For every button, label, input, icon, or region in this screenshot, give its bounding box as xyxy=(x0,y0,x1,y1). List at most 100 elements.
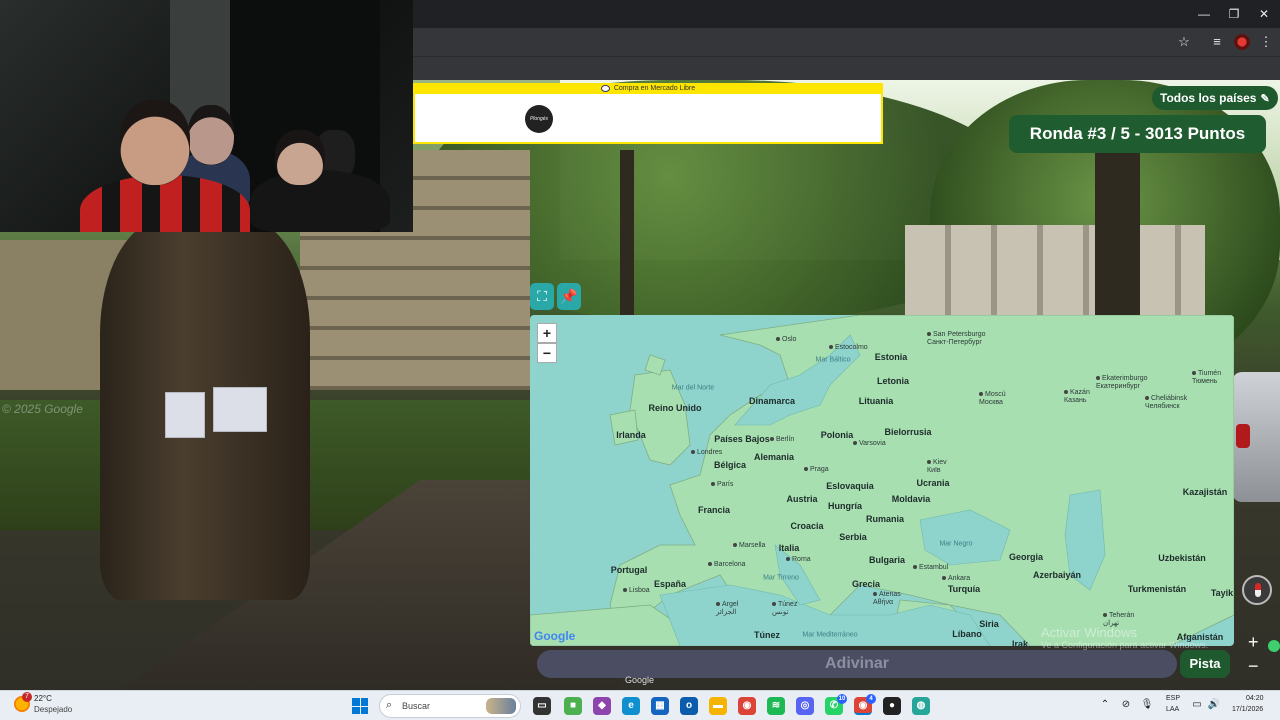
chrome-app-icon[interactable]: ◉ xyxy=(738,697,756,715)
city-label: Kazán Казань xyxy=(1064,389,1090,404)
country-label: Kazajistán xyxy=(1182,487,1228,497)
activate-windows-notice: Activar Windows Ve a Configuración para … xyxy=(1041,625,1208,650)
microphone-icon[interactable]: 🎙 xyxy=(1140,699,1154,710)
display-icon[interactable]: ▭ xyxy=(1190,699,1204,710)
country-label: Ucrania xyxy=(916,478,950,488)
city-label: Barcelona xyxy=(708,561,746,569)
task-view-glyph: ▭ xyxy=(537,700,547,711)
city-label: San Petersburgo Санкт-Петербург xyxy=(927,331,986,346)
map-zoom-in-button[interactable]: + xyxy=(537,323,557,343)
city-label: Praga xyxy=(804,466,829,474)
map-zoom-out-button[interactable]: − xyxy=(537,343,557,363)
country-label: Rumania xyxy=(865,514,905,524)
task-view-app-icon[interactable]: ▭ xyxy=(533,697,551,715)
streetview-watermark: © 2025 Google xyxy=(2,402,83,416)
city-label: Lisboa xyxy=(623,587,650,595)
country-label: Grecia xyxy=(851,579,881,589)
city-label: Varsovia xyxy=(853,440,886,448)
person-head xyxy=(188,105,234,165)
sea-label: Mar Mediterráneo xyxy=(802,631,858,639)
edge-app-icon[interactable]: e xyxy=(622,697,640,715)
start-button[interactable] xyxy=(352,698,368,714)
country-filter-button[interactable]: Todos los países ✎ xyxy=(1152,86,1278,110)
city-label: Cheliábinsk Челябинск xyxy=(1145,395,1188,410)
person-head xyxy=(275,130,325,185)
weather-badge: 7 xyxy=(22,692,32,702)
media-control-icon[interactable]: ≡ xyxy=(1209,34,1225,50)
country-label: Letonia xyxy=(876,376,910,386)
star-icon[interactable]: ☆ xyxy=(1176,34,1192,50)
country-label: Irak xyxy=(1011,639,1029,646)
tree-trunk xyxy=(100,220,310,600)
country-label: Tayik xyxy=(1210,588,1234,598)
country-label: Hungría xyxy=(827,501,863,511)
country-label: Austria xyxy=(786,494,818,504)
country-label: Irlanda xyxy=(616,430,646,440)
country-label: España xyxy=(653,579,687,589)
language-code[interactable]: ESP xyxy=(1166,695,1180,702)
person-head xyxy=(120,100,190,185)
pin-map-button[interactable]: 📌 xyxy=(557,283,581,310)
country-label: Serbia xyxy=(839,532,867,542)
streetview-zoom-out-button[interactable]: − xyxy=(1248,656,1259,677)
copilot-app-icon[interactable]: ◆ xyxy=(593,697,611,715)
notification-badge: 10 xyxy=(837,694,847,704)
taskbar-search[interactable]: ⌕ Buscar xyxy=(379,694,521,718)
guess-button[interactable]: Adivinar xyxy=(537,650,1177,678)
city-label: Tiumén Тюмень xyxy=(1192,370,1222,385)
weather-desc[interactable]: Despejado xyxy=(34,705,72,714)
minecraft-app-icon[interactable]: ■ xyxy=(564,697,582,715)
clock-time[interactable]: 04:20 xyxy=(1246,695,1264,702)
outlook-app-icon[interactable]: o xyxy=(680,697,698,715)
country-label: Azerbaiyán xyxy=(1032,570,1082,580)
store-app-icon[interactable]: ▦ xyxy=(651,697,669,715)
country-label: Dinamarca xyxy=(748,396,796,406)
status-indicator xyxy=(1268,640,1280,652)
country-label: Líbano xyxy=(952,629,982,639)
city-label: París xyxy=(711,481,733,489)
country-label: Georgia xyxy=(1008,552,1044,562)
app-globe-app-icon[interactable]: ◍ xyxy=(912,697,930,715)
restore-button[interactable]: ❐ xyxy=(1226,6,1242,22)
keyboard-layout[interactable]: LAA xyxy=(1166,706,1179,713)
app-globe-glyph: ◍ xyxy=(916,700,926,711)
obs-glyph: ● xyxy=(888,700,896,711)
minimize-button[interactable]: — xyxy=(1196,6,1212,22)
country-label: Bielorrusia xyxy=(884,427,932,437)
city-label: Ankara xyxy=(942,575,970,583)
city-label: Ekaterimburgo Екатеринбург xyxy=(1096,375,1148,390)
discord-app-icon[interactable]: ◎ xyxy=(796,697,814,715)
hint-button[interactable]: Pista xyxy=(1180,650,1230,678)
ad-banner[interactable]: Compra en Mercado Libre Plongés xyxy=(413,83,883,144)
country-label: Alemania xyxy=(753,452,795,462)
minecraft-glyph: ■ xyxy=(569,700,577,711)
chevron-up-icon[interactable]: ⌃ xyxy=(1098,699,1112,710)
network-off-icon[interactable]: ⊘ xyxy=(1119,699,1133,710)
chrome-profile-app-icon[interactable]: ◉ 4 xyxy=(854,694,876,715)
country-label: Bélgica xyxy=(713,460,747,470)
outlook-glyph: o xyxy=(685,700,693,711)
obs-app-icon[interactable]: ● xyxy=(883,697,901,715)
file-explorer-app-icon[interactable]: ▬ xyxy=(709,697,727,715)
sea-label: Mar Negro xyxy=(939,540,973,548)
whatsapp-app-icon[interactable]: ✆ 10 xyxy=(825,694,847,715)
expand-map-button[interactable]: ⛶ xyxy=(530,283,554,310)
compass-icon[interactable] xyxy=(1242,575,1272,605)
building xyxy=(905,225,1205,315)
volume-icon[interactable]: 🔊 xyxy=(1207,699,1221,710)
city-label: Atenas Αθήνα xyxy=(873,591,901,606)
clock-date[interactable]: 17/1/2026 xyxy=(1232,706,1263,713)
guess-map[interactable]: Reino Unido Irlanda Dinamarca Estonia Letoni… xyxy=(530,315,1234,646)
weather-temp[interactable]: 22°C xyxy=(34,694,52,703)
streetview-zoom-in-button[interactable]: + xyxy=(1248,632,1259,653)
country-label: Moldavia xyxy=(891,494,931,504)
city-label: Moscú Москва xyxy=(979,391,1006,406)
country-label: Uzbekistán xyxy=(1158,553,1206,563)
sea-label: Mar Báltico xyxy=(815,356,851,364)
round-score-badge: Ronda #3 / 5 - 3013 Puntos xyxy=(1009,115,1266,153)
notification-badge: 4 xyxy=(866,694,876,704)
kebab-menu-icon[interactable]: ⋮ xyxy=(1258,34,1274,50)
spotify-app-icon[interactable]: ≋ xyxy=(767,697,785,715)
close-button[interactable]: ✕ xyxy=(1256,6,1272,22)
profile-avatar[interactable] xyxy=(1234,34,1250,50)
